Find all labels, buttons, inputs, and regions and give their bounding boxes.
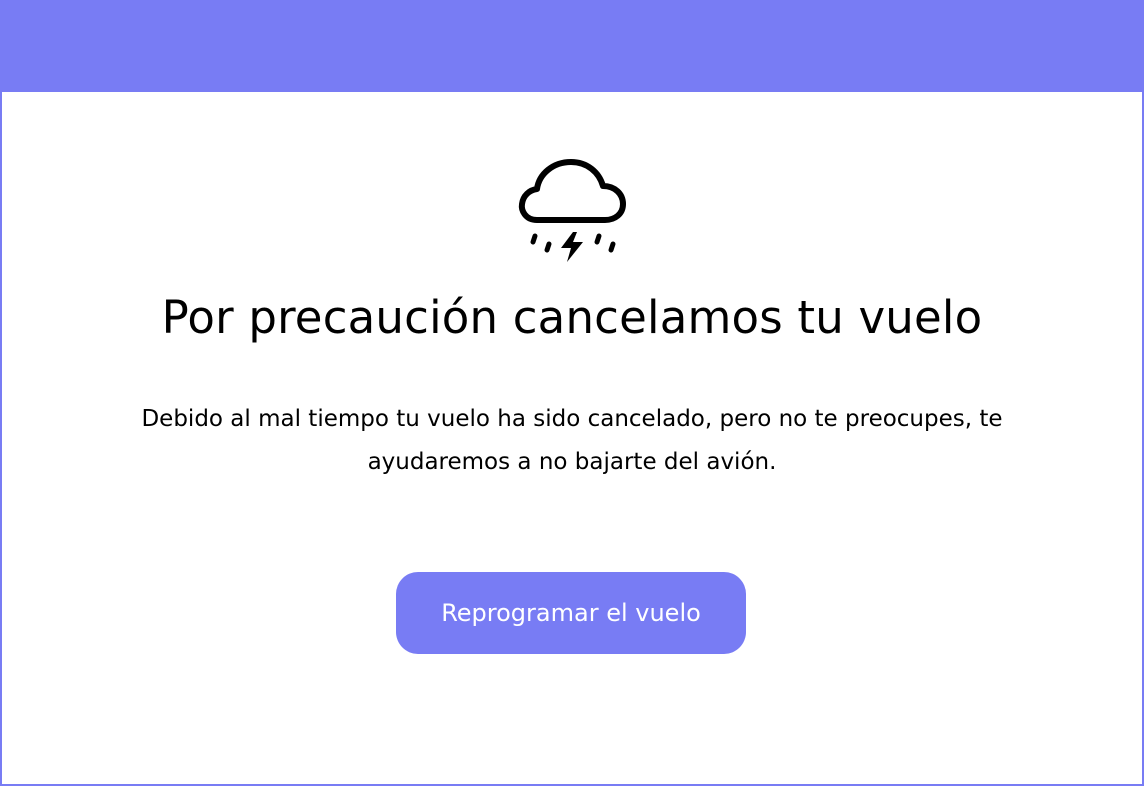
reschedule-flight-button[interactable]: Reprogramar el vuelo xyxy=(396,572,746,654)
notice-title: Por precaución cancelamos tu vuelo xyxy=(161,291,983,344)
header-bar xyxy=(0,0,1144,92)
cancellation-card: Por precaución cancelamos tu vuelo Debid… xyxy=(0,0,1144,786)
notice-message: Debido al mal tiempo tu vuelo ha sido ca… xyxy=(141,406,1003,475)
notice-content: Por precaución cancelamos tu vuelo Debid… xyxy=(2,92,1142,784)
storm-cloud-lightning-icon xyxy=(515,156,631,266)
